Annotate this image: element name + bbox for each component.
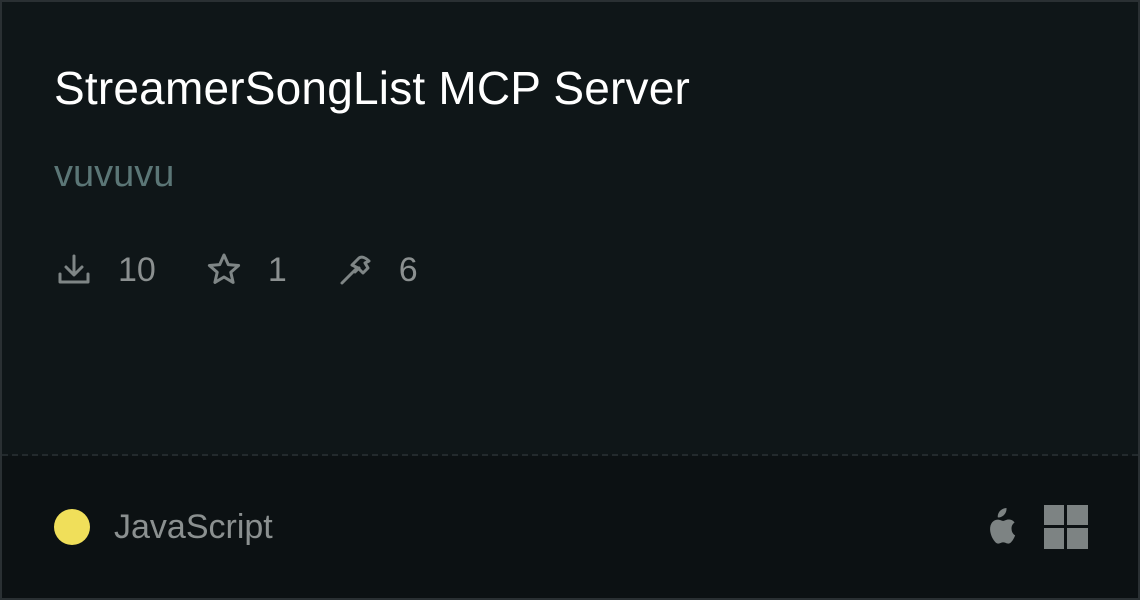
language-tag: JavaScript — [54, 507, 273, 547]
server-card[interactable]: StreamerSongList MCP Server vuvuvu 10 1 — [0, 0, 1140, 600]
tools-count: 6 — [398, 251, 418, 289]
author-name[interactable]: vuvuvu — [54, 152, 174, 196]
language-name: JavaScript — [114, 508, 273, 546]
language-color-dot — [54, 509, 90, 545]
apple-icon — [990, 508, 1016, 544]
stars-count: 1 — [267, 251, 287, 289]
platform-icons — [982, 505, 1088, 549]
server-title[interactable]: StreamerSongList MCP Server — [54, 60, 690, 116]
footer-divider — [2, 454, 1138, 456]
windows-icon — [1044, 505, 1088, 549]
stats-row: 10 1 6 — [54, 248, 466, 292]
star-icon — [207, 253, 240, 284]
stars-stat: 1 — [204, 250, 287, 290]
download-icon — [58, 254, 90, 284]
hammer-icon — [340, 255, 371, 285]
tools-stat: 6 — [335, 250, 418, 290]
downloads-stat: 10 — [54, 250, 156, 290]
downloads-count: 10 — [118, 251, 156, 289]
